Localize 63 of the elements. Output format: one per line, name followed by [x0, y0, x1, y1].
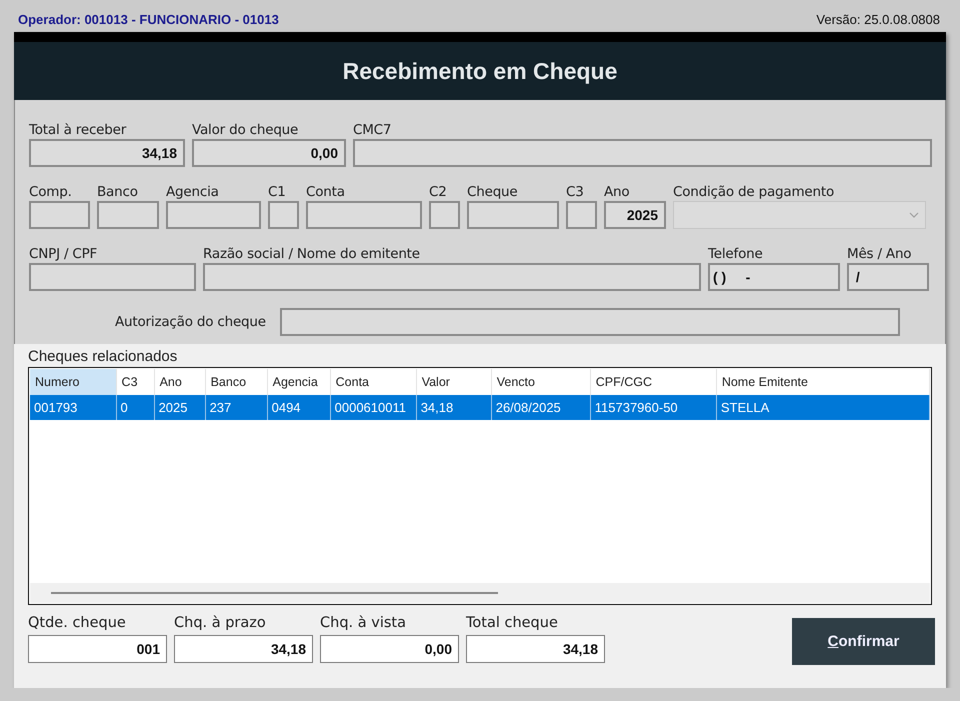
scrollbar-thumb[interactable] [51, 592, 498, 594]
window-title: Recebimento em Cheque [342, 58, 618, 84]
field-label: Chq. à vista [320, 615, 407, 633]
table-cell: 2025 [154, 395, 206, 420]
field-label: Mês / Ano [847, 246, 912, 263]
field-label: Comp. [29, 184, 73, 201]
input-field[interactable] [353, 139, 932, 167]
input-field[interactable] [97, 201, 159, 229]
input-field[interactable] [467, 201, 559, 229]
field-label: Total à receber [29, 122, 128, 139]
input-field[interactable] [268, 201, 299, 229]
field-label: Conta [306, 184, 346, 201]
field-label: Autorização do cheque [115, 314, 266, 330]
table-cell: 0 [116, 395, 154, 420]
input-field[interactable] [29, 201, 90, 229]
field-label: Valor do cheque [192, 122, 300, 139]
chevron-down-icon [909, 212, 919, 218]
input-field[interactable] [566, 201, 597, 229]
input-field[interactable]: 34,18 [466, 635, 605, 663]
input-field[interactable]: 0,00 [192, 139, 346, 167]
input-field[interactable]: 2025 [604, 201, 666, 229]
field-label: Agencia [166, 184, 220, 201]
field-label: CMC7 [353, 122, 392, 139]
table-cell: 26/08/2025 [491, 395, 590, 420]
input-field[interactable]: 001 [28, 635, 167, 663]
input-field[interactable] [29, 263, 196, 291]
field-label: Banco [97, 184, 139, 201]
field-label: Qtde. cheque [28, 615, 127, 633]
table-cell: 0494 [267, 395, 330, 420]
input-field[interactable] [306, 201, 422, 229]
table-cell: 0000610011 [330, 395, 416, 420]
table-cell: STELLA [716, 395, 930, 420]
field-label: CNPJ / CPF [29, 246, 98, 263]
table-cell: 115737960-50 [590, 395, 716, 420]
column-header[interactable]: Numero [30, 369, 116, 395]
confirm-button[interactable]: Confirmar [792, 618, 935, 665]
input-field[interactable] [166, 201, 261, 229]
version-label: Versão: 25.0.08.0808 [816, 12, 940, 27]
input-field[interactable]: ( ) - [708, 263, 840, 291]
input-field[interactable]: 0,00 [320, 635, 459, 663]
field-label: Total cheque [466, 615, 559, 633]
table-cell: 001793 [30, 395, 116, 420]
input-field[interactable] [203, 263, 701, 291]
input-field[interactable]: 34,18 [29, 139, 185, 167]
field-label: Telefone [708, 246, 764, 263]
field-label: C3 [566, 184, 585, 201]
section-title: Cheques relacionados [28, 347, 178, 367]
field-label: Cheque [467, 184, 519, 201]
field-label: Razão social / Nome do emitente [203, 246, 421, 263]
input-field[interactable] [429, 201, 460, 229]
field-label: Condição de pagamento [673, 184, 836, 201]
horizontal-scrollbar[interactable] [30, 583, 930, 603]
table-cell: 237 [205, 395, 268, 420]
field-label: C2 [429, 184, 448, 201]
input-field[interactable]: 34,18 [174, 635, 313, 663]
table-row[interactable]: 001793 0 2025 237 0494 0000610011 34,18 26/08/2025 115737960-50 STELLA [30, 395, 930, 420]
input-field[interactable] [280, 308, 900, 336]
table-cell: 34,18 [416, 395, 492, 420]
field-label: C1 [268, 184, 287, 201]
operator-label: Operador: 001013 - FUNCIONARIO - 01013 [18, 12, 279, 27]
field-label: Chq. à prazo [174, 615, 267, 633]
field-label: Ano [604, 184, 630, 201]
input-field[interactable]: / [847, 263, 929, 291]
